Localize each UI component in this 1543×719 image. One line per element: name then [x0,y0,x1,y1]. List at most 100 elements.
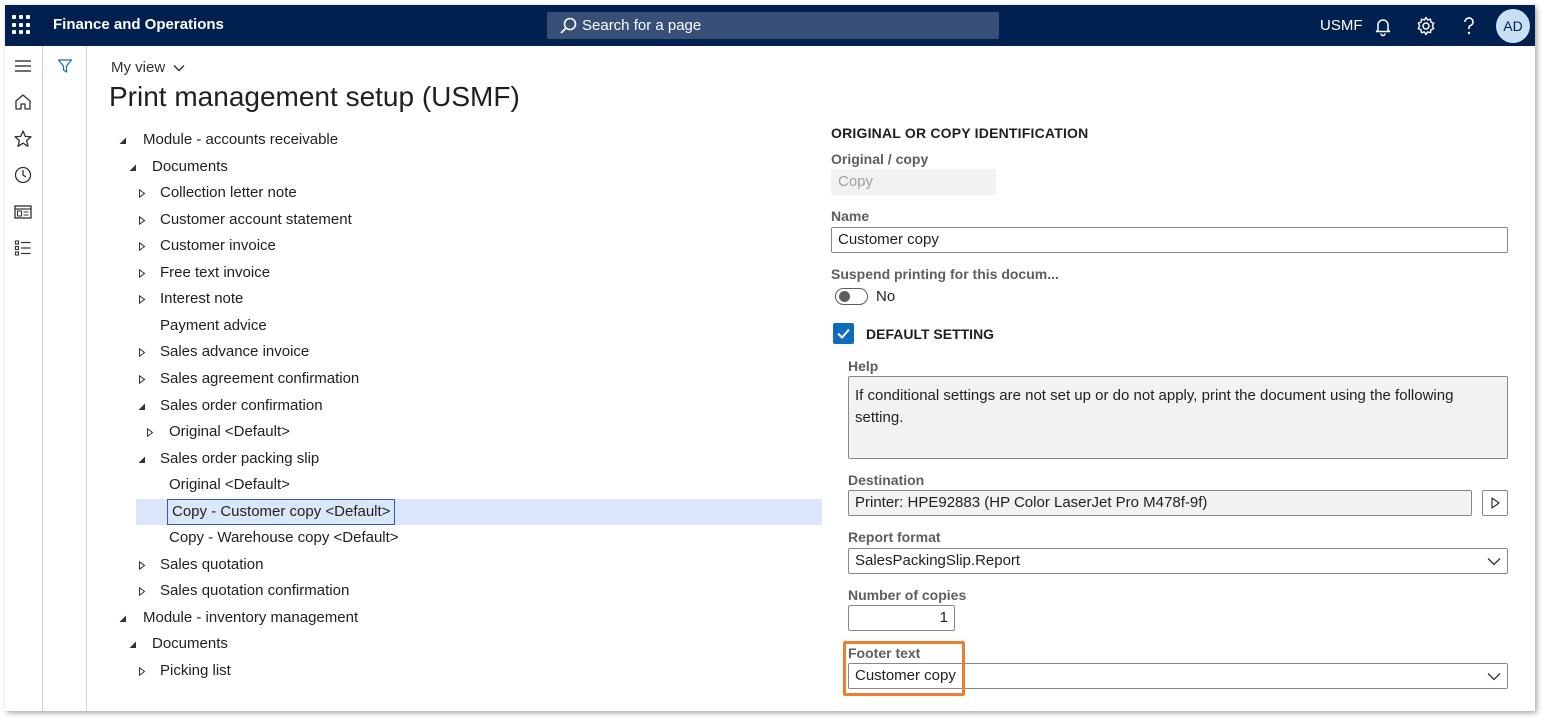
play-icon [1491,497,1500,509]
tree-item[interactable]: Customer invoice [5,233,825,259]
footer-text-highlight [843,641,965,696]
tree-item[interactable]: Sales quotation confirmation [5,578,825,604]
tree-item[interactable]: Sales advance invoice [5,339,825,365]
default-setting-checkbox[interactable] [833,323,854,344]
help-icon[interactable] [1458,15,1480,37]
tree-item[interactable]: Module - accounts receivable [5,127,825,153]
bell-icon[interactable] [1372,15,1394,37]
hamburger-icon[interactable] [13,56,33,76]
original-copy-label: Original / copy [831,151,929,167]
collapsed-triangle-icon[interactable] [138,269,146,278]
tree-item-label: Original <Default> [169,423,290,440]
suspend-printing-label: Suspend printing for this docum... [831,266,1059,282]
section-title: ORIGINAL OR COPY IDENTIFICATION [831,125,1089,141]
help-label: Help [848,358,879,374]
filter-icon[interactable] [57,58,73,74]
tree-item[interactable]: Picking list [5,658,825,684]
tree-item[interactable]: Documents [5,154,825,180]
my-view-dropdown[interactable]: My view [111,59,185,76]
expanded-triangle-icon[interactable] [138,402,146,411]
suspend-printing-value: No [876,288,896,305]
tree-item[interactable]: Interest note [5,286,825,312]
tree-item-label: Sales quotation confirmation [160,582,350,599]
tree-item[interactable]: Free text invoice [5,260,825,286]
checkmark-icon [837,328,850,339]
top-bar: Finance and Operations Search for a page… [5,5,1535,46]
tree-item[interactable]: Copy - Customer copy <Default> [5,499,825,525]
app-launcher-icon[interactable] [12,15,32,35]
tree-item-label: Sales quotation [160,556,264,573]
search-box[interactable]: Search for a page [547,12,999,39]
tree-item-label: Customer account statement [160,211,352,228]
tree-item[interactable]: Payment advice [5,313,825,339]
collapsed-triangle-icon[interactable] [138,348,146,357]
toggle-knob [839,291,850,302]
company-picker[interactable]: USMF [1320,17,1363,34]
home-icon[interactable] [13,92,33,112]
app-window: Finance and Operations Search for a page… [5,5,1535,711]
collapsed-triangle-icon[interactable] [138,242,146,251]
default-setting-label: DEFAULT SETTING [866,326,995,342]
collapsed-triangle-icon[interactable] [138,587,146,596]
expanded-triangle-icon[interactable] [119,614,127,623]
tree-item-label: Documents [152,635,228,652]
report-format-value: SalesPackingSlip.Report [855,552,1021,569]
tree-item[interactable]: Original <Default> [5,472,825,498]
tree-item-label: Copy - Warehouse copy <Default> [169,529,399,546]
collapsed-triangle-icon[interactable] [138,561,146,570]
tree-item-label: Documents [152,158,228,175]
expanded-triangle-icon[interactable] [129,163,137,172]
expanded-triangle-icon[interactable] [129,640,137,649]
tree-item-label: Sales advance invoice [160,343,310,360]
gear-icon[interactable] [1415,15,1437,37]
expanded-triangle-icon[interactable] [119,136,127,145]
name-field[interactable]: Customer copy [831,227,1508,253]
app-title[interactable]: Finance and Operations [53,16,224,33]
name-label: Name [831,208,870,224]
expanded-triangle-icon[interactable] [138,455,146,464]
collapsed-triangle-icon[interactable] [138,189,146,198]
tree-item-label: Module - accounts receivable [143,131,339,148]
tree-item-label: Sales agreement confirmation [160,370,360,387]
tree-item-label: Interest note [160,290,244,307]
number-of-copies-field[interactable]: 1 [848,605,955,631]
tree-item-label: Collection letter note [160,184,297,201]
chevron-down-icon [1487,673,1501,681]
page-title: Print management setup (USMF) [109,81,520,112]
tree-item-label: Module - inventory management [143,609,359,626]
tree-item[interactable]: Sales order packing slip [5,446,825,472]
tree-item[interactable]: Sales agreement confirmation [5,366,825,392]
report-format-label: Report format [848,529,941,545]
tree-item-label: Copy - Customer copy <Default> [167,499,396,525]
tree-item-label: Picking list [160,662,231,679]
destination-lookup-button[interactable] [1482,490,1508,516]
destination-label: Destination [848,472,925,488]
report-format-dropdown[interactable]: SalesPackingSlip.Report [848,548,1508,574]
chevron-down-icon [173,65,185,72]
avatar[interactable]: AD [1496,9,1530,43]
tree-item[interactable]: Collection letter note [5,180,825,206]
collapsed-triangle-icon[interactable] [146,428,154,437]
destination-field[interactable]: Printer: HPE92883 (HP Color LaserJet Pro… [848,490,1472,516]
number-of-copies-label: Number of copies [848,587,967,603]
tree-item-label: Sales order packing slip [160,450,320,467]
tree-item-label: Free text invoice [160,264,271,281]
collapsed-triangle-icon[interactable] [138,295,146,304]
original-copy-field: Copy [831,169,996,195]
search-placeholder: Search for a page [582,17,702,34]
tree-item[interactable]: Sales order confirmation [5,393,825,419]
collapsed-triangle-icon[interactable] [138,375,146,384]
my-view-label: My view [111,59,166,76]
help-text: If conditional settings are not set up o… [848,376,1508,459]
tree-item[interactable]: Documents [5,631,825,657]
tree-item-label: Sales order confirmation [160,397,323,414]
tree-item[interactable]: Original <Default> [5,419,825,445]
tree-item[interactable]: Sales quotation [5,552,825,578]
collapsed-triangle-icon[interactable] [138,216,146,225]
suspend-printing-toggle[interactable] [835,288,868,305]
tree-item-label: Payment advice [160,317,267,334]
tree-item[interactable]: Customer account statement [5,207,825,233]
tree-item[interactable]: Module - inventory management [5,605,825,631]
tree-item[interactable]: Copy - Warehouse copy <Default> [5,525,825,551]
collapsed-triangle-icon[interactable] [138,667,146,676]
